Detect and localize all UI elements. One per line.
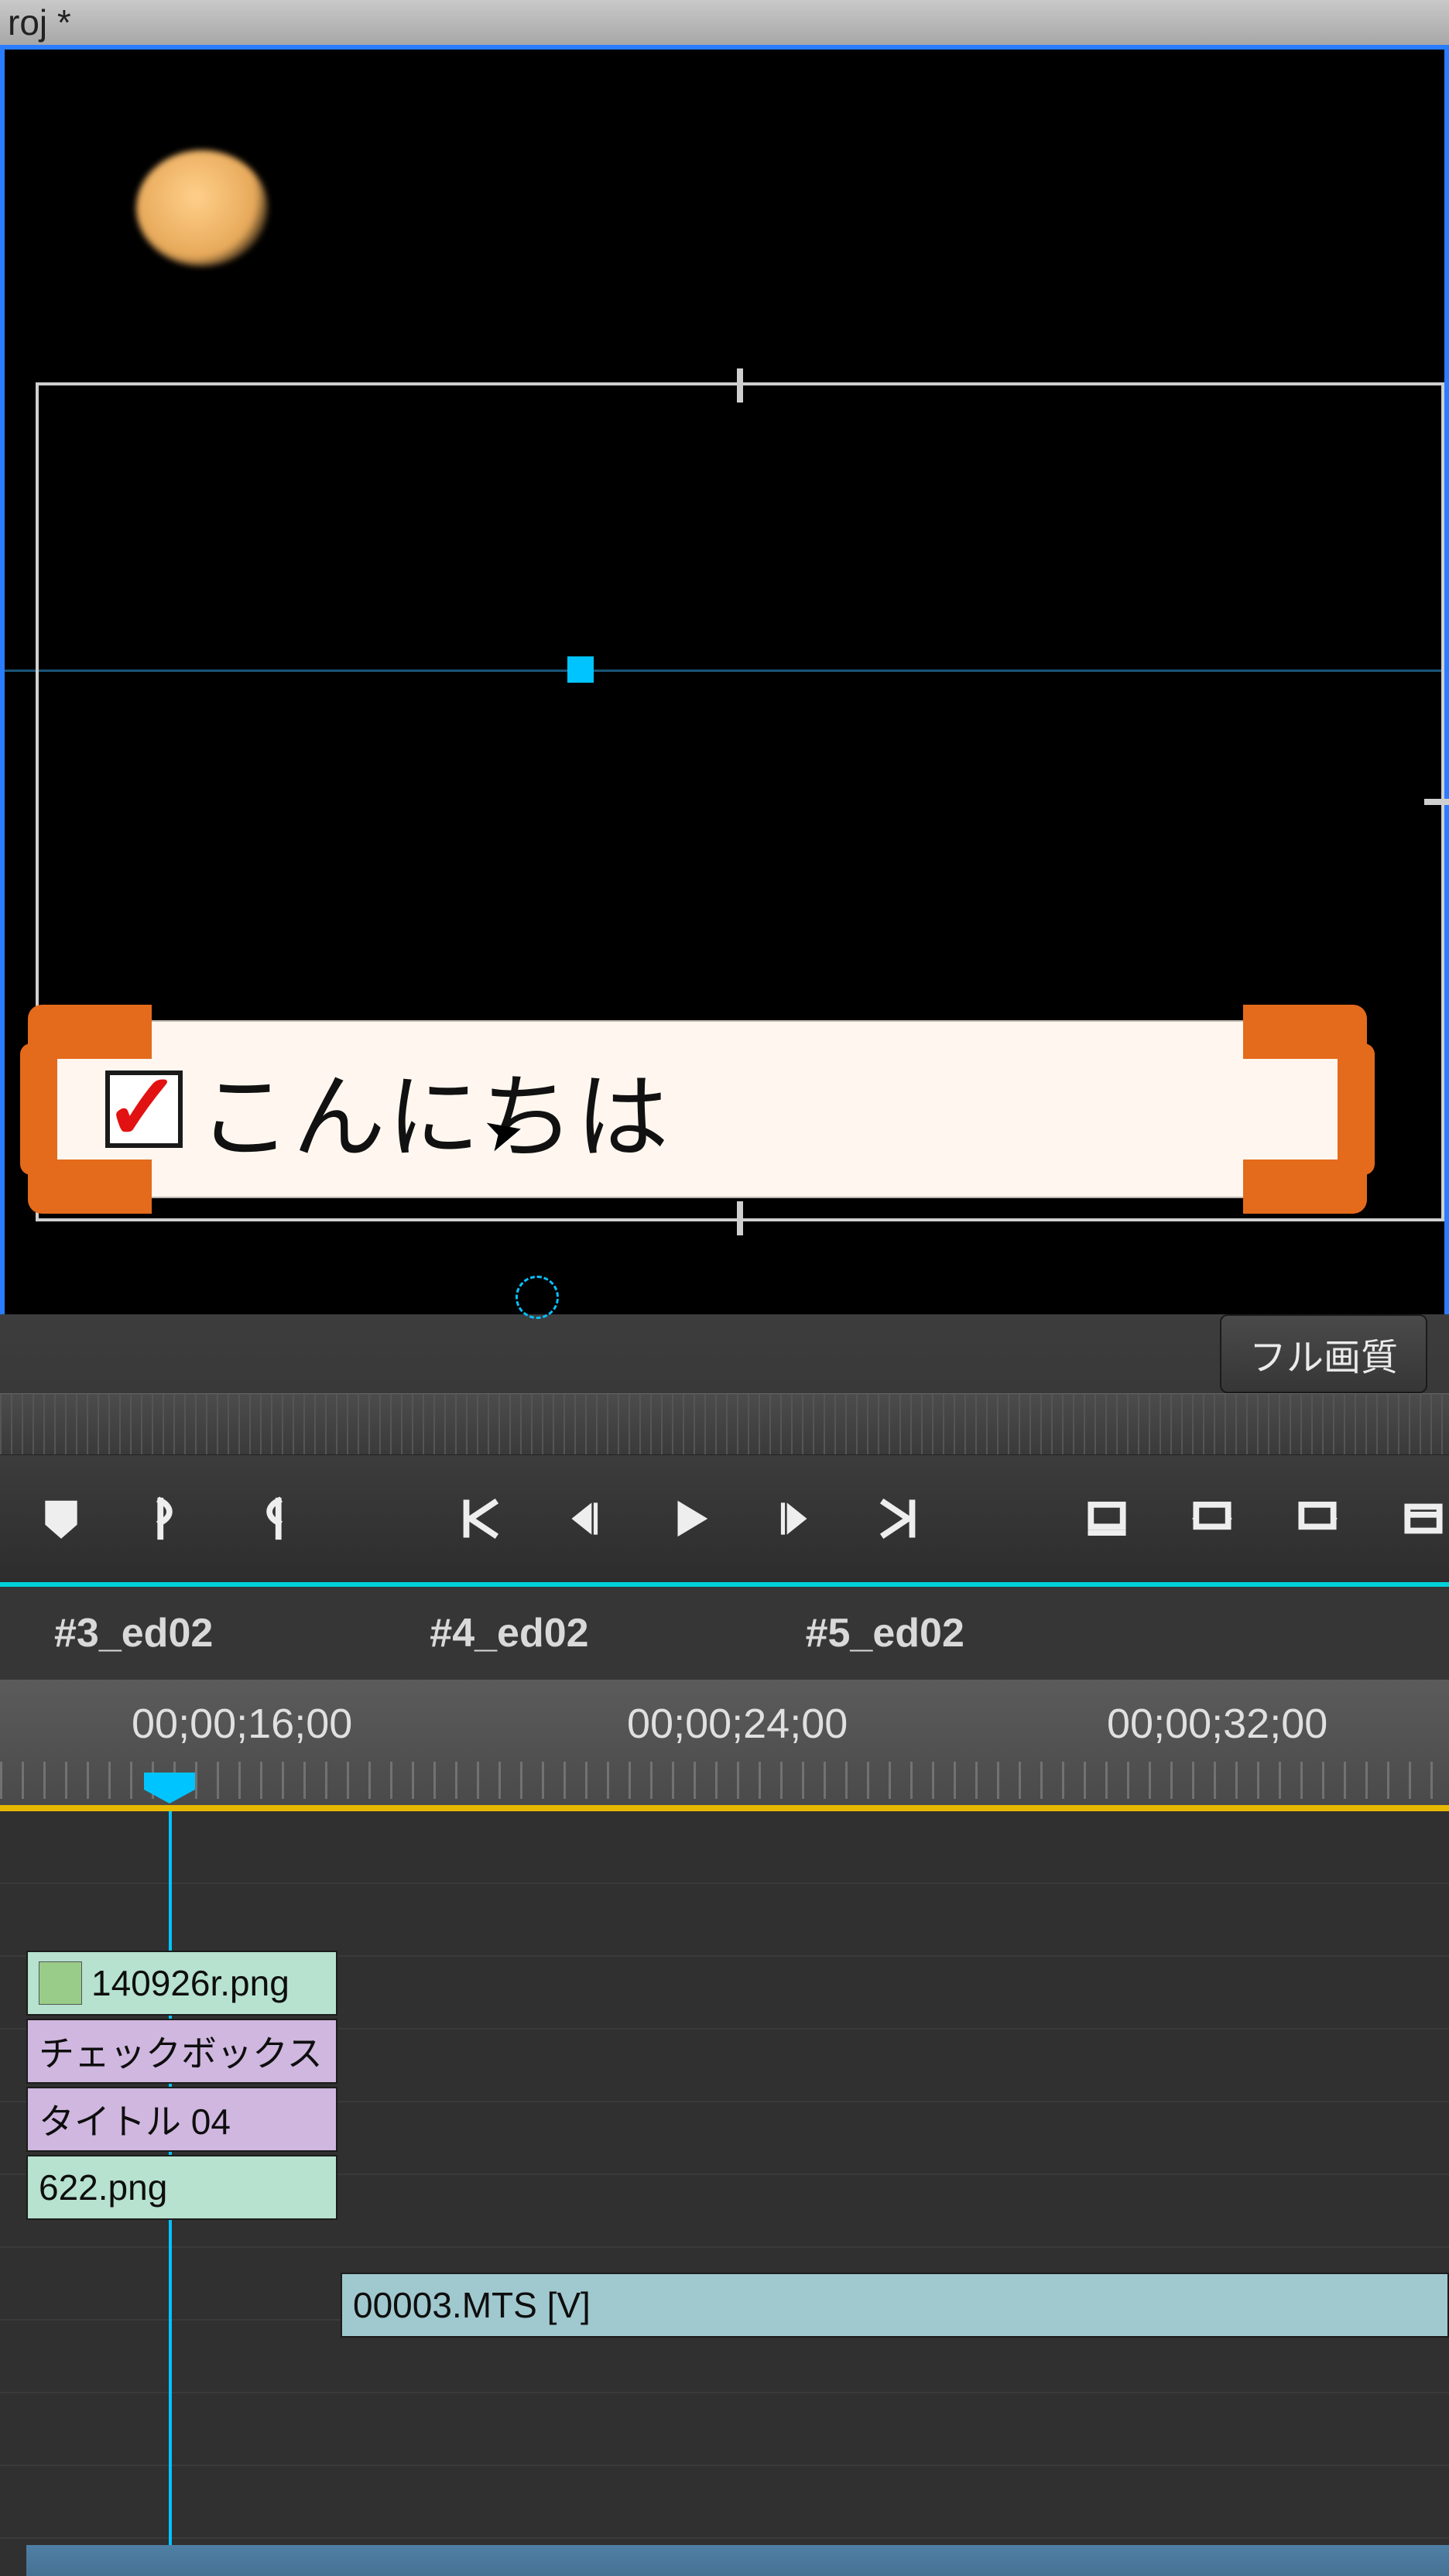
window-title: roj * bbox=[8, 2, 71, 43]
scrub-bar[interactable] bbox=[0, 1393, 1449, 1455]
sequence-tab[interactable]: #4_ed02 bbox=[430, 1610, 588, 1656]
lower-third-title[interactable]: ✓ こんにちは bbox=[51, 1020, 1344, 1198]
timeline-tracks[interactable]: 140926r.png チェックボックス タイトル 04 622.png 000… bbox=[0, 1811, 1449, 2576]
transport-controls bbox=[0, 1455, 1449, 1587]
clip-label: 140926r.png bbox=[91, 1962, 289, 2004]
mark-out-button[interactable] bbox=[247, 1492, 298, 1546]
timecode-label: 00;00;24;00 bbox=[627, 1700, 848, 1748]
export-frame-button[interactable] bbox=[1398, 1492, 1449, 1546]
clip-label: 622.png bbox=[39, 2167, 167, 2208]
sequence-tab[interactable]: #5_ed02 bbox=[806, 1610, 964, 1656]
lift-button[interactable] bbox=[1081, 1492, 1132, 1546]
program-monitor[interactable]: ✓ こんにちは ➤ bbox=[0, 45, 1449, 1314]
clip-thumbnail-icon bbox=[39, 1961, 82, 2005]
go-to-in-button[interactable] bbox=[453, 1492, 504, 1546]
video-content-moon bbox=[136, 150, 268, 266]
timeline-ruler[interactable]: 00;00;16;00 00;00;24;00 00;00;32;00 bbox=[0, 1680, 1449, 1811]
window-titlebar: roj * bbox=[0, 0, 1449, 45]
checkbox-graphic: ✓ bbox=[105, 1070, 183, 1148]
clip-label: タイトル 04 bbox=[39, 2094, 231, 2145]
timeline-clip[interactable]: 140926r.png bbox=[26, 1951, 337, 2016]
playhead-handle[interactable] bbox=[144, 1773, 195, 1804]
timeline-clip[interactable]: 622.png bbox=[26, 2155, 337, 2220]
play-button[interactable] bbox=[664, 1492, 715, 1546]
checkmark-icon: ✓ bbox=[104, 1061, 182, 1154]
insert-button[interactable] bbox=[1292, 1492, 1343, 1546]
timeline-clip[interactable]: チェックボックス bbox=[26, 2019, 337, 2084]
timecode-label: 00;00;32;00 bbox=[1107, 1700, 1327, 1748]
step-forward-button[interactable] bbox=[769, 1492, 820, 1546]
add-marker-button[interactable] bbox=[36, 1492, 87, 1546]
playback-resolution-button[interactable]: フル画質 bbox=[1220, 1314, 1427, 1393]
zoom-fit-icon[interactable] bbox=[516, 1276, 559, 1319]
go-to-out-button[interactable] bbox=[875, 1492, 926, 1546]
audio-track-region[interactable] bbox=[26, 2545, 1449, 2576]
timeline-clip[interactable]: 00003.MTS [V] bbox=[341, 2273, 1449, 2338]
sequence-tab[interactable]: #3_ed02 bbox=[54, 1610, 213, 1656]
timecode-label: 00;00;16;00 bbox=[132, 1700, 352, 1748]
sequence-tabs: #3_ed02 #4_ed02 #5_ed02 bbox=[0, 1587, 1449, 1680]
mark-in-button[interactable] bbox=[141, 1492, 192, 1546]
step-back-button[interactable] bbox=[558, 1492, 609, 1546]
monitor-controls: フル画質 bbox=[0, 1314, 1449, 1587]
clip-label: チェックボックス bbox=[39, 2026, 323, 2077]
extract-button[interactable] bbox=[1187, 1492, 1238, 1546]
title-text[interactable]: こんにちは bbox=[198, 1042, 670, 1177]
clip-label: 00003.MTS [V] bbox=[353, 2284, 591, 2326]
timeline-clip[interactable]: タイトル 04 bbox=[26, 2087, 337, 2152]
